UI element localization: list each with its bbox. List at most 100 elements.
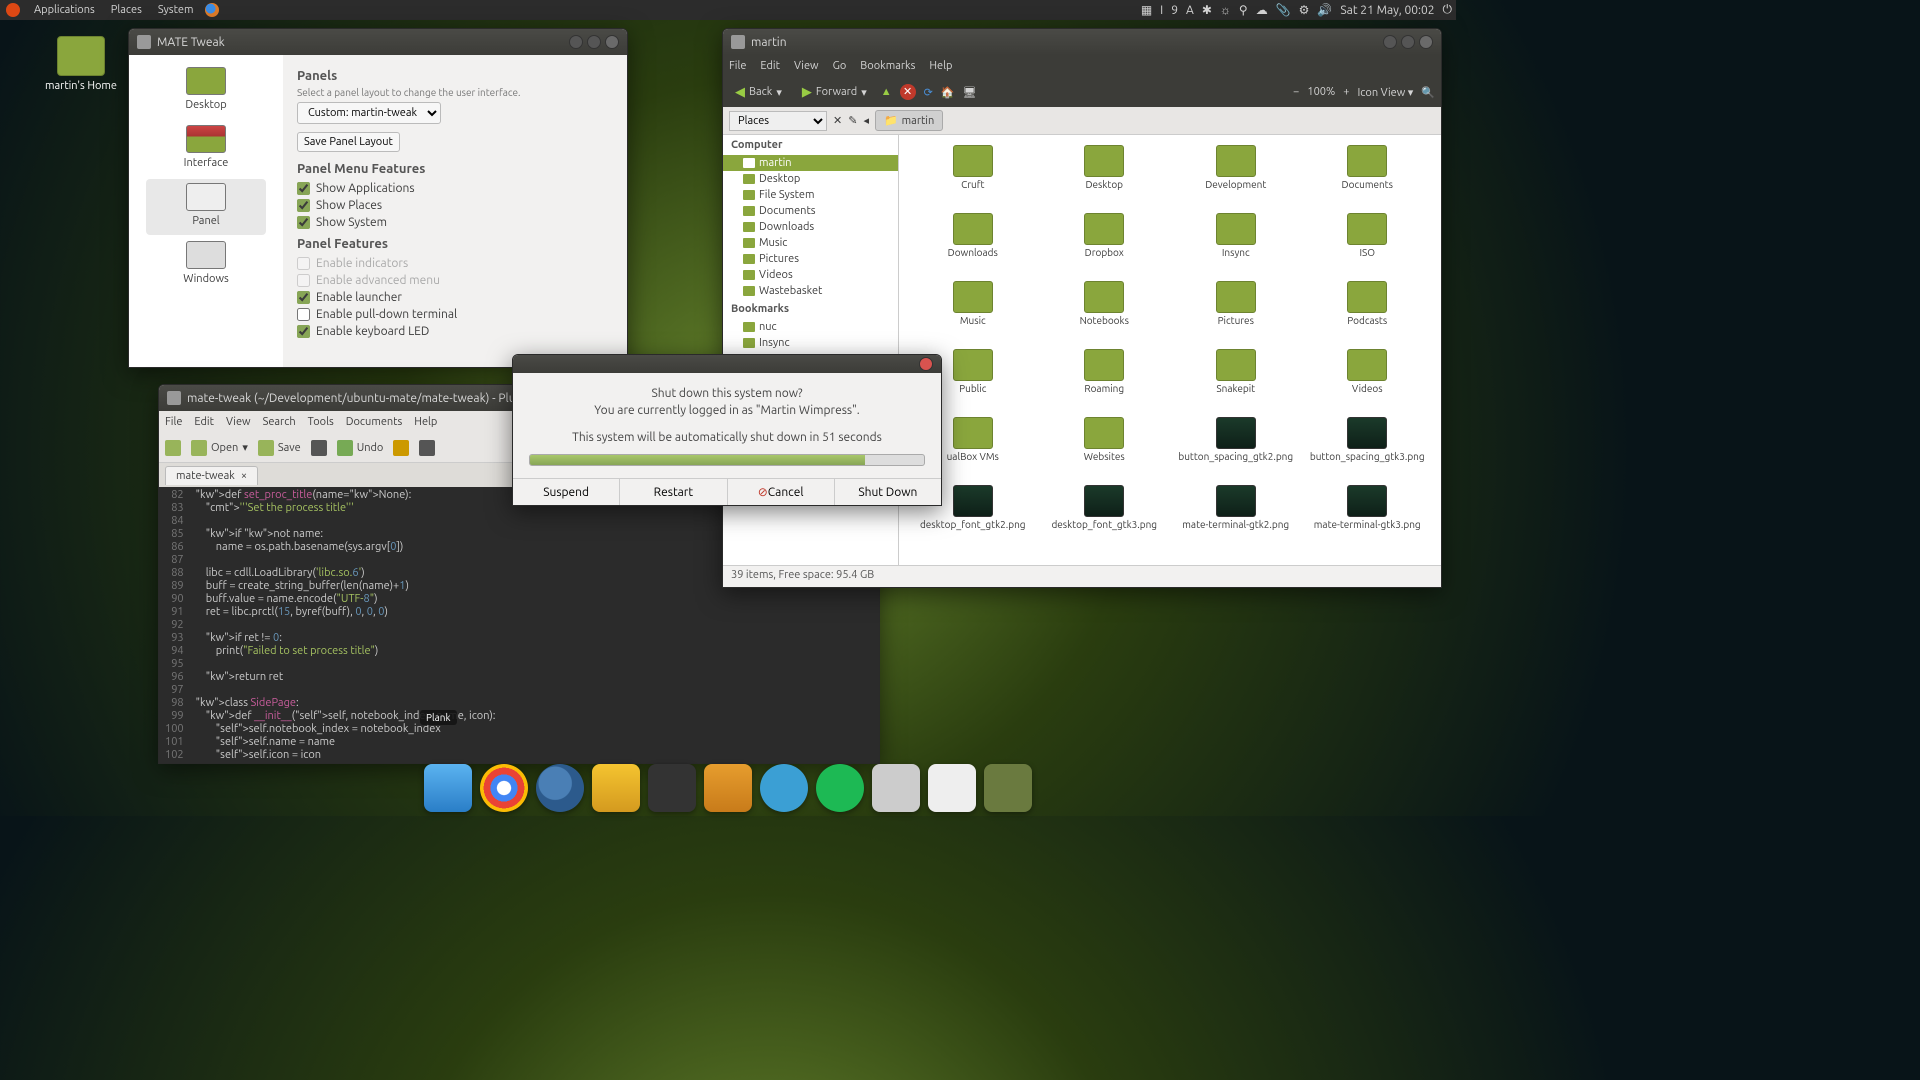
edit-path-icon[interactable]: ✎: [848, 114, 857, 127]
print-button[interactable]: [311, 440, 327, 456]
file-documents[interactable]: Documents: [1302, 145, 1434, 213]
back-button[interactable]: ◀Back ▾: [729, 82, 788, 103]
dock-files-icon[interactable]: [872, 764, 920, 812]
shutdown-button[interactable]: Shut Down: [834, 479, 941, 505]
cat-interface[interactable]: Interface: [146, 121, 266, 177]
cat-desktop[interactable]: Desktop: [146, 63, 266, 119]
checkbox-input[interactable]: [297, 308, 310, 321]
dock-term-icon[interactable]: [648, 764, 696, 812]
checkbox-enable-keyboard-led[interactable]: Enable keyboard LED: [297, 323, 613, 340]
sidebar-item-desktop[interactable]: Desktop: [723, 171, 898, 187]
cut-button[interactable]: [419, 440, 435, 456]
save-panel-layout-button[interactable]: Save Panel Layout: [297, 132, 400, 152]
weather-icon[interactable]: ☁: [1252, 3, 1272, 17]
menu-file[interactable]: File: [729, 60, 746, 72]
file-podcasts[interactable]: Podcasts: [1302, 281, 1434, 349]
file-notebooks[interactable]: Notebooks: [1039, 281, 1171, 349]
home-icon[interactable]: 🏠: [941, 86, 955, 99]
search-icon[interactable]: 🔍: [1421, 86, 1435, 99]
menu-bookmarks[interactable]: Bookmarks: [860, 60, 915, 72]
desktop-home-icon[interactable]: martin's Home: [36, 36, 126, 92]
cancel-button[interactable]: ⊘Cancel: [727, 479, 834, 505]
menu-system[interactable]: System: [150, 4, 202, 16]
file-desktop[interactable]: Desktop: [1039, 145, 1171, 213]
dock-anchor-icon[interactable]: [424, 764, 472, 812]
menu-applications[interactable]: Applications: [26, 4, 103, 16]
tab-close-icon[interactable]: ×: [241, 470, 247, 482]
menu-help[interactable]: Help: [929, 60, 952, 72]
checkbox-show-system[interactable]: Show System: [297, 214, 613, 231]
checkbox-show-applications[interactable]: Show Applications: [297, 180, 613, 197]
titlebar[interactable]: [513, 355, 941, 373]
file-websites[interactable]: Websites: [1039, 417, 1171, 485]
menu-file[interactable]: File: [165, 416, 182, 428]
sidebar-item-file-system[interactable]: File System: [723, 187, 898, 203]
dock-cup-icon[interactable]: [592, 764, 640, 812]
menu-view[interactable]: View: [226, 416, 251, 428]
menu-edit[interactable]: Edit: [194, 416, 214, 428]
menu-tools[interactable]: Tools: [308, 416, 334, 428]
cat-panel[interactable]: Panel: [146, 179, 266, 235]
sidebar-item-pictures[interactable]: Pictures: [723, 251, 898, 267]
volume-icon[interactable]: 🔊: [1313, 3, 1336, 17]
checkbox-input[interactable]: [297, 325, 310, 338]
checkbox-input[interactable]: [297, 291, 310, 304]
distributor-logo-icon[interactable]: [6, 3, 20, 17]
location-icon[interactable]: ⚲: [1235, 3, 1252, 17]
dock-chrome-icon[interactable]: [480, 764, 528, 812]
dock-edit-icon[interactable]: [928, 764, 976, 812]
new-button[interactable]: [165, 440, 181, 456]
dock-hex-icon[interactable]: [704, 764, 752, 812]
dock-hip-icon[interactable]: [760, 764, 808, 812]
restart-button[interactable]: Restart: [619, 479, 726, 505]
file-development[interactable]: Development: [1170, 145, 1302, 213]
checkbox-input[interactable]: [297, 182, 310, 195]
minimize-button[interactable]: [569, 35, 583, 49]
menu-view[interactable]: View: [794, 60, 819, 72]
save-button[interactable]: Save: [258, 440, 301, 456]
firefox-icon[interactable]: [205, 3, 219, 17]
dock-spot-icon[interactable]: [816, 764, 864, 812]
close-button[interactable]: [1419, 35, 1433, 49]
checkbox-enable-launcher[interactable]: Enable launcher: [297, 289, 613, 306]
file-videos[interactable]: Videos: [1302, 349, 1434, 417]
file-mate-terminal-gtk3-png[interactable]: mate-terminal-gtk3.png: [1302, 485, 1434, 553]
checkbox-input[interactable]: [297, 199, 310, 212]
file-button-spacing-gtk2-png[interactable]: button_spacing_gtk2.png: [1170, 417, 1302, 485]
redo-button[interactable]: [393, 440, 409, 456]
session-icon[interactable]: ⏻: [1439, 3, 1457, 17]
checkbox-input[interactable]: [297, 216, 310, 229]
zoom-out-icon[interactable]: −: [1293, 86, 1299, 98]
dock-show-icon[interactable]: [984, 764, 1032, 812]
sidebar-item-videos[interactable]: Videos: [723, 267, 898, 283]
places-dropdown[interactable]: Places: [729, 111, 827, 131]
minimize-button[interactable]: [1383, 35, 1397, 49]
brightness-icon[interactable]: ☼: [1216, 3, 1235, 17]
computer-icon[interactable]: 🖥: [963, 86, 977, 99]
zoom-in-icon[interactable]: +: [1343, 86, 1349, 98]
indicator-i-icon[interactable]: I: [1156, 4, 1167, 17]
file-pictures[interactable]: Pictures: [1170, 281, 1302, 349]
file-dropbox[interactable]: Dropbox: [1039, 213, 1171, 281]
menu-help[interactable]: Help: [414, 416, 437, 428]
breadcrumb-martin[interactable]: 📁martin: [875, 110, 943, 131]
close-side-icon[interactable]: ✕: [833, 114, 842, 127]
forward-button[interactable]: ▶Forward ▾: [796, 82, 873, 103]
menu-search[interactable]: Search: [263, 416, 296, 428]
view-select[interactable]: Icon View ▾: [1357, 86, 1413, 99]
indicator-9-icon[interactable]: 9: [1167, 4, 1182, 17]
sidebar-item-documents[interactable]: Documents: [723, 203, 898, 219]
sidebar-item-music[interactable]: Music: [723, 235, 898, 251]
workspace-switcher-icon[interactable]: ▦: [1137, 3, 1156, 17]
file-roaming[interactable]: Roaming: [1039, 349, 1171, 417]
cat-windows[interactable]: Windows: [146, 237, 266, 293]
path-back-icon[interactable]: ◂: [863, 114, 869, 127]
menu-go[interactable]: Go: [833, 60, 847, 72]
file-downloads[interactable]: Downloads: [907, 213, 1039, 281]
tab-mate-tweak[interactable]: mate-tweak×: [165, 466, 258, 485]
sidebar-item-nuc[interactable]: nuc: [723, 319, 898, 335]
menu-edit[interactable]: Edit: [760, 60, 780, 72]
sidebar-item-martin[interactable]: martin: [723, 155, 898, 171]
settings-icon[interactable]: ⚙: [1295, 3, 1314, 17]
layout-select[interactable]: Custom: martin-tweak: [297, 102, 441, 124]
